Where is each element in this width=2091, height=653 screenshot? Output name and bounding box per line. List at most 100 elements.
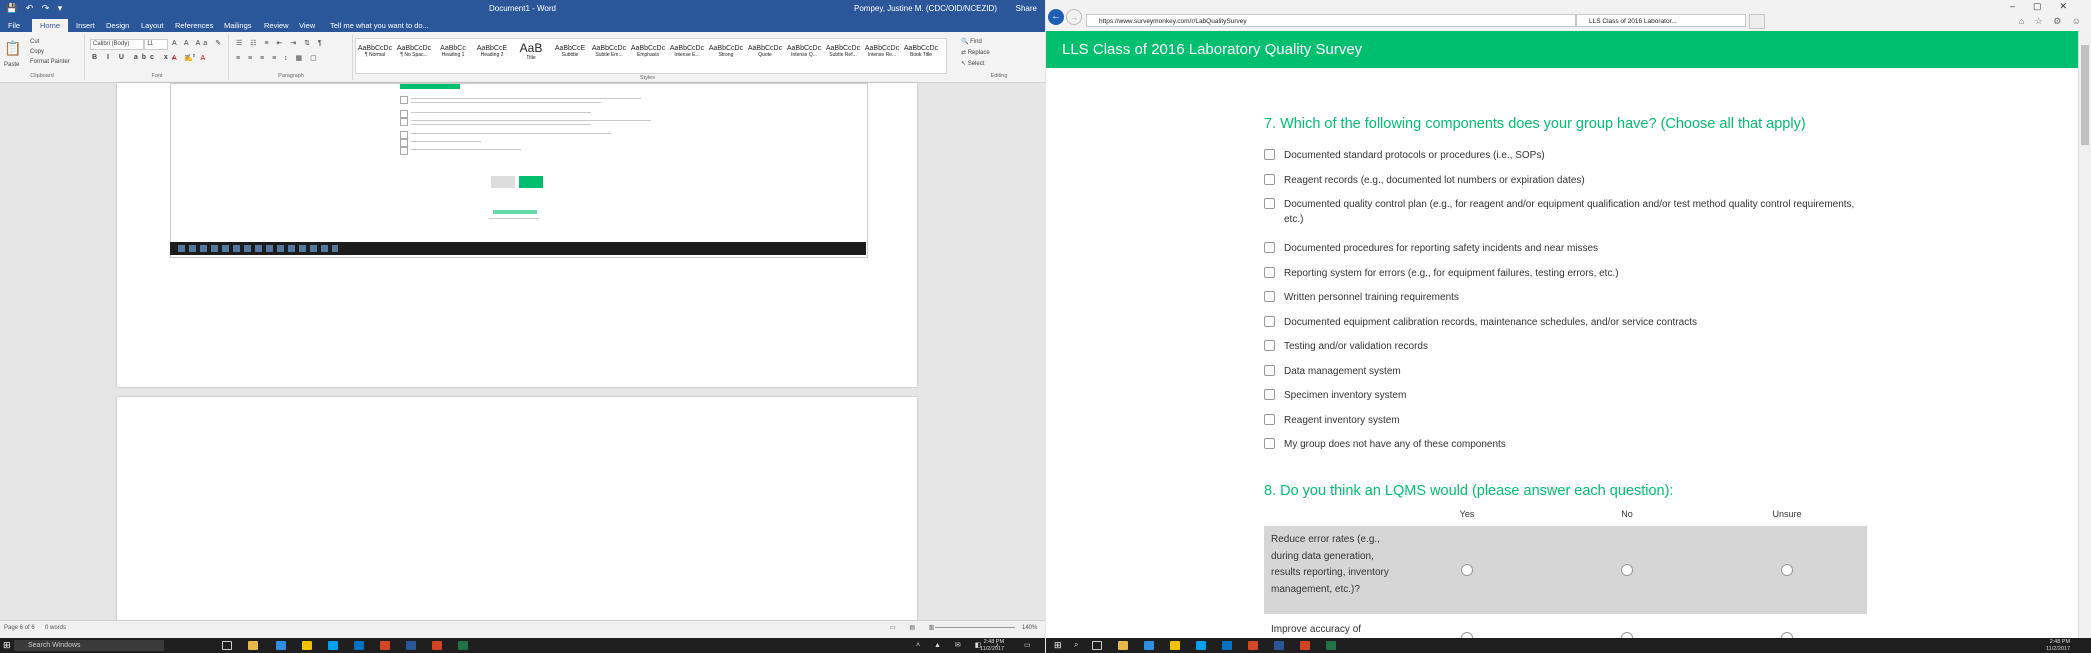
window-controls[interactable]: –▢✕	[2010, 1, 2085, 12]
sticky-notes-icon[interactable]	[1170, 641, 1180, 650]
file-explorer-icon[interactable]	[1118, 641, 1128, 650]
skype-icon[interactable]	[1196, 641, 1206, 650]
tab-references[interactable]: References	[175, 21, 213, 30]
checkbox[interactable]	[1264, 149, 1275, 160]
radio-yes[interactable]	[1461, 564, 1473, 576]
word-count[interactable]: 0 words	[45, 625, 66, 631]
style-gallery-item[interactable]: AaBbCcDc Book Title	[902, 39, 940, 73]
outlook-icon[interactable]	[1222, 641, 1232, 650]
style-gallery-item[interactable]: AaBbCcDc Quote	[746, 39, 784, 73]
style-gallery-item[interactable]: AaBbCcDc Intense Re...	[863, 39, 901, 73]
taskbar-clock[interactable]: 2:48 PM 11/2/2017	[2046, 639, 2070, 652]
tab-file[interactable]: File	[8, 21, 20, 30]
checkbox-label[interactable]: Testing and/or validation records	[1284, 339, 1864, 354]
outlook-icon[interactable]	[354, 641, 364, 650]
powerpoint-icon[interactable]	[432, 641, 442, 650]
checkbox[interactable]	[1264, 365, 1275, 376]
zoom-level[interactable]: 140%	[1022, 625, 1037, 631]
tab-mailings[interactable]: Mailings	[224, 21, 252, 30]
checkbox-label[interactable]: Documented quality control plan (e.g., f…	[1284, 197, 1864, 227]
checkbox[interactable]	[1264, 242, 1275, 253]
task-view-icon[interactable]	[1092, 641, 1102, 650]
taskbar-clock[interactable]: 2:48 PM 11/2/2017	[980, 639, 1004, 652]
browser-tools-icons[interactable]: ⌂ ☆ ⚙ ☺	[2019, 16, 2085, 27]
style-gallery-item[interactable]: AaBbCc Heading 1	[434, 39, 472, 73]
powerpoint-icon[interactable]	[1300, 641, 1310, 650]
checkbox[interactable]	[1264, 198, 1275, 209]
checkbox[interactable]	[1264, 316, 1275, 327]
checkbox-label[interactable]: Reagent records (e.g., documented lot nu…	[1284, 173, 1864, 188]
align-buttons[interactable]: ≡ ≡ ≡ ≡ ↕ ▦ ▢	[236, 54, 320, 62]
excel-icon[interactable]	[1326, 641, 1336, 650]
task-view-icon[interactable]	[222, 641, 232, 650]
file-explorer-icon[interactable]	[248, 641, 258, 650]
checkbox-label[interactable]: Data management system	[1284, 364, 1864, 379]
style-gallery-item[interactable]: AaBbCcDc Emphasis	[629, 39, 667, 73]
cut-button[interactable]: Cut	[30, 39, 39, 45]
copy-button[interactable]: Copy	[30, 49, 44, 55]
view-buttons[interactable]: ▭ ▤ ▥	[890, 624, 940, 631]
style-gallery-item[interactable]: AaBbCcDc Subtle Ref...	[824, 39, 862, 73]
zoom-slider[interactable]	[935, 627, 1015, 628]
word-icon[interactable]	[1274, 641, 1284, 650]
paste-button[interactable]: Paste	[4, 62, 19, 68]
font-grow-shrink-buttons[interactable]: A A Aa ✎	[172, 39, 224, 47]
scrollbar-thumb[interactable]	[2081, 45, 2089, 145]
list-buttons[interactable]: ☰ ☷ ≡ ⇤ ⇥ ⇅ ¶	[236, 39, 325, 47]
checkbox[interactable]	[1264, 414, 1275, 425]
windows-start-icon[interactable]: ⊞	[3, 640, 11, 651]
style-gallery-item[interactable]: AaBbCcE Subtitle	[551, 39, 589, 73]
checkbox[interactable]	[1264, 174, 1275, 185]
windows-start-icon[interactable]: ⊞	[1054, 640, 1062, 651]
style-gallery-item[interactable]: AaBbCcDc Intense Q...	[785, 39, 823, 73]
internet-explorer-icon[interactable]	[1144, 641, 1154, 650]
font-color-buttons[interactable]: A ✍ A	[172, 54, 208, 62]
pasted-screenshot[interactable]	[170, 83, 868, 258]
select-button[interactable]: ↖ Select	[961, 60, 984, 67]
address-bar[interactable]: https://www.surveymonkey.com/r/LabQualit…	[1086, 14, 1576, 27]
search-icon[interactable]: ⌕	[1074, 640, 1078, 650]
snipping-tool-icon[interactable]	[1248, 641, 1258, 650]
snipping-tool-icon[interactable]	[380, 641, 390, 650]
font-size-select[interactable]: 11	[144, 39, 168, 50]
replace-button[interactable]: ⇄ Replace	[961, 49, 990, 56]
checkbox[interactable]	[1264, 267, 1275, 278]
checkbox-label[interactable]: Documented equipment calibration records…	[1284, 315, 1864, 330]
checkbox[interactable]	[1264, 389, 1275, 400]
style-gallery-item[interactable]: AaBbCcDc Subtle Em...	[590, 39, 628, 73]
browser-tab[interactable]: LLS Class of 2016 Laborator...	[1576, 14, 1746, 27]
checkbox-label[interactable]: Documented standard protocols or procedu…	[1284, 148, 1864, 163]
word-icon[interactable]	[406, 641, 416, 650]
find-button[interactable]: 🔍 Find	[961, 38, 982, 45]
checkbox-label[interactable]: Written personnel training requirements	[1284, 290, 1864, 305]
checkbox[interactable]	[1264, 340, 1275, 351]
style-gallery-item[interactable]: AaBbCcDc ¶ Normal	[356, 39, 394, 73]
share-button[interactable]: Share	[1016, 4, 1037, 13]
document-page[interactable]	[117, 397, 917, 627]
tab-home[interactable]: Home	[32, 19, 69, 32]
radio-no[interactable]	[1621, 564, 1633, 576]
tab-review[interactable]: Review	[264, 21, 289, 30]
format-painter-button[interactable]: Format Painter	[30, 59, 70, 65]
notifications-icon[interactable]: ▭	[1024, 641, 1031, 649]
skype-icon[interactable]	[328, 641, 338, 650]
page-scrollbar[interactable]	[2078, 31, 2091, 638]
tab-view[interactable]: View	[299, 21, 315, 30]
checkbox[interactable]	[1264, 291, 1275, 302]
user-name[interactable]: Pompey, Justine M. (CDC/OID/NCEZID)	[854, 4, 997, 13]
style-gallery-item[interactable]: AaBbCcE Heading 2	[473, 39, 511, 73]
style-gallery-item[interactable]: AaBbCcDc Strong	[707, 39, 745, 73]
tab-design[interactable]: Design	[106, 21, 129, 30]
font-name-select[interactable]: Calibri (Body)	[90, 39, 144, 50]
tab-insert[interactable]: Insert	[76, 21, 95, 30]
page-count[interactable]: Page 6 of 6	[4, 625, 35, 631]
style-gallery-item[interactable]: AaB Title	[512, 39, 550, 73]
style-gallery-item[interactable]: AaBbCcDc Intense E...	[668, 39, 706, 73]
taskbar-search[interactable]: Search Windows	[14, 640, 164, 651]
back-icon[interactable]: ←	[1048, 9, 1064, 25]
checkbox-label[interactable]: My group does not have any of these comp…	[1284, 437, 1864, 452]
style-gallery-item[interactable]: AaBbCcDc ¶ No Spac...	[395, 39, 433, 73]
forward-icon[interactable]: →	[1066, 9, 1082, 25]
checkbox-label[interactable]: Reporting system for errors (e.g., for e…	[1284, 266, 1864, 281]
tell-me-box[interactable]: Tell me what you want to do...	[330, 21, 429, 30]
